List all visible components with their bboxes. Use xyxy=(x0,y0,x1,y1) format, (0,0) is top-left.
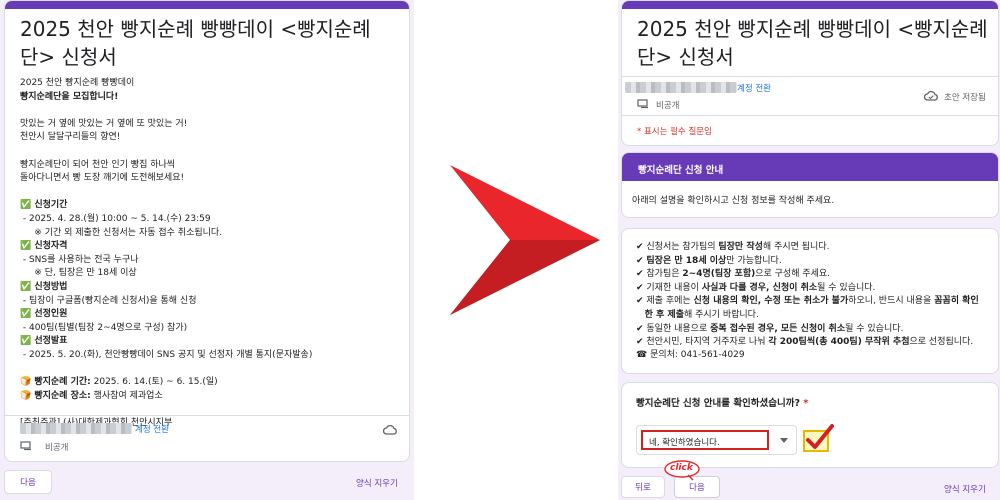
notice-text: 팀장만 작성 xyxy=(718,242,763,252)
checkmark-icon xyxy=(803,424,834,452)
form-description: 2025 천안 빵지순례 빵빵데이 빵지순례단을 모집합니다! 맛있는 거 옆에… xyxy=(20,77,405,430)
question-card: 빵지순례단 신청 안내를 확인하셨습니까? * 네, 확인하였습니다. xyxy=(621,382,999,468)
notice-text: 하오니, 반드시 내용을 xyxy=(848,296,935,307)
notice-item: ✔ 기재한 내용이 사실과 다를 경우, 신청이 취소될 수 있습니다. xyxy=(636,282,996,296)
notice-text: ✔ xyxy=(636,255,647,266)
notice-text: 으로 구성해 주세요. xyxy=(755,269,831,280)
contact-info: ☎ 문의처: 041-561-4029 xyxy=(636,350,745,360)
section-line: - 2025. 5. 20.(화), 천안빵빵데이 SNS 공지 및 선정자 개… xyxy=(20,349,313,360)
section-description: 아래의 설명을 확인하시고 신청 정보를 작성해 주세요. xyxy=(632,196,835,206)
switch-account-link[interactable]: 계정 전환 xyxy=(135,423,169,435)
not-shared-label: 비공개 xyxy=(45,443,69,453)
cloud-icon xyxy=(383,424,397,435)
notice-text: ✔ 참가팀은 xyxy=(636,269,683,280)
notice-text: 중복 접수된 경우, 모든 신청이 취소 xyxy=(710,323,846,334)
clear-form-link[interactable]: 양식 지우기 xyxy=(944,483,986,495)
notice-text: 될 수 있습니다. xyxy=(817,282,876,293)
divider xyxy=(622,115,998,116)
notice-text: 만 가능합니다. xyxy=(726,255,782,266)
notice-text: 해 주시면 됩니다. xyxy=(762,242,830,252)
answer-dropdown[interactable]: 네, 확인하였습니다. xyxy=(636,425,797,455)
section-line: - SNS를 사용하는 전국 누구나 xyxy=(20,254,139,265)
section-heading: ✅ 신청기간 xyxy=(20,200,68,211)
draft-saved-label: 초안 저장됨 xyxy=(944,93,986,103)
required-note: * 표시는 필수 질문임 xyxy=(637,127,712,137)
invite-line1: 빵지순례단이 되어 천안 인기 빵집 하나씩 xyxy=(20,159,176,170)
not-shared-icon xyxy=(637,99,648,109)
section-line: - 2025. 4. 28.(월) 10:00 ~ 5. 14.(수) 23:5… xyxy=(20,213,211,224)
notice-text: ✔ 동일한 내용으로 xyxy=(636,323,711,334)
divider xyxy=(622,76,998,77)
account-email-blurred xyxy=(20,423,132,434)
notice-text: 사실과 다를 경우, 신청이 취소 xyxy=(701,282,818,293)
right-header-card: 2025 천안 빵지순례 빵빵데이 <빵지순례 단> 신청서 계정 전환 비공개… xyxy=(621,0,999,146)
notice-item: ✔ 천안시민, 타지역 거주자로 나눠 각 200팀씩(총 400팀) 무작위 … xyxy=(636,336,996,350)
arrow-right-icon xyxy=(450,165,600,315)
notice-text xyxy=(636,310,645,320)
divider xyxy=(5,415,409,416)
notice-item: ✔ 동일한 내용으로 중복 접수된 경우, 모든 신청이 취소될 수 있습니다. xyxy=(636,323,996,337)
question-title: 빵지순례단 신청 안내를 확인하셨습니까? * xyxy=(636,398,809,409)
section-card: 빵지순례단 신청 안내 아래의 설명을 확인하시고 신청 정보를 작성해 주세요… xyxy=(621,152,999,218)
notice-list: ✔ 신청서는 참가팀의 팀장만 작성해 주시면 됩니다. ✔ 팀장은 만 18세 … xyxy=(636,241,996,350)
back-button[interactable]: 뒤로 xyxy=(621,476,665,498)
notice-text: 신청 내용의 확인, 수정 또는 취소가 불가 xyxy=(693,296,849,307)
notice-item: ✔ 참가팀은 2~4명(팀장 포함)으로 구성해 주세요. xyxy=(636,268,996,282)
section-heading: ✅ 신청방법 xyxy=(20,281,68,292)
left-header-card: 2025 천안 빵지순례 빵빵데이 <빵지순례 단> 신청서 2025 천안 빵… xyxy=(4,0,410,462)
notice-text: 팀장은 만 18세 이상 xyxy=(646,255,727,266)
switch-account-link[interactable]: 계정 전환 xyxy=(737,82,771,94)
notice-text: ✔ 제출 후에는 xyxy=(636,296,694,307)
not-shared-label: 비공개 xyxy=(656,101,680,111)
section-heading: ✅ 선정발표 xyxy=(20,336,68,347)
section-line: - 팀장이 구글폼(빵지순례 신청서)을 통해 신청 xyxy=(20,295,197,306)
not-shared-icon xyxy=(20,441,31,451)
section-heading: ✅ 신청자격 xyxy=(20,241,68,252)
notice-text: 될 수 있습니다. xyxy=(845,323,904,334)
notice-item: ✔ 신청서는 참가팀의 팀장만 작성해 주시면 됩니다. xyxy=(636,241,996,255)
click-label: click xyxy=(670,463,693,473)
accent-bar xyxy=(622,1,998,9)
notice-text: 으로 선정됩니다. xyxy=(909,337,974,348)
selected-answer: 네, 확인하였습니다. xyxy=(641,430,769,450)
form-title: 2025 천안 빵지순례 빵빵데이 <빵지순례 단> 신청서 xyxy=(20,17,371,69)
notice-text: ✔ 기재한 내용이 xyxy=(636,282,702,293)
notice-text: 각 200팀씩(총 400팀) 무작위 추첨 xyxy=(768,337,910,348)
section-line: - 400팀(팀별(팀장 2~4명으로 구성) 참가) xyxy=(20,322,188,333)
section-line: ※ 기간 외 제출한 신청서는 자동 접수 취소됩니다. xyxy=(20,227,223,238)
notice-item: ✔ 팀장은 만 18세 이상만 가능합니다. xyxy=(636,255,996,269)
accent-bar xyxy=(5,1,409,9)
notice-text: 해 주시기 바랍니다. xyxy=(683,309,759,320)
notice-item: 한 후 제출해 주시기 바랍니다. xyxy=(636,309,996,323)
notice-text: ✔ 신청서는 참가팀의 xyxy=(636,242,719,252)
section-title: 빵지순례단 신청 안내 xyxy=(622,153,998,181)
notice-text: 2~4명(팀장 포함) xyxy=(682,269,756,280)
section-heading: ✅ 선정인원 xyxy=(20,309,68,320)
notice-text: 한 후 제출 xyxy=(644,309,684,320)
notice-item: ✔ 제출 후에는 신청 내용의 확인, 수정 또는 취소가 불가하오니, 반드시… xyxy=(636,295,996,309)
section-line: ※ 단, 팀장은 만 18세 이상 xyxy=(20,268,137,279)
notice-text: 꼼꼼히 확인 xyxy=(934,296,979,307)
next-button[interactable]: 다음 xyxy=(4,470,52,494)
notice-card: ✔ 신청서는 참가팀의 팀장만 작성해 주시면 됩니다. ✔ 팀장은 만 18세 … xyxy=(621,228,999,374)
clear-form-link[interactable]: 양식 지우기 xyxy=(356,477,398,489)
notice-text: ✔ 천안시민, 타지역 거주자로 나눠 xyxy=(636,337,769,348)
form-title: 2025 천안 빵지순례 빵빵데이 <빵지순례 단> 신청서 xyxy=(637,17,988,69)
chevron-down-icon xyxy=(780,438,788,443)
account-email-blurred xyxy=(625,82,737,93)
cloud-saved-icon xyxy=(924,90,938,101)
